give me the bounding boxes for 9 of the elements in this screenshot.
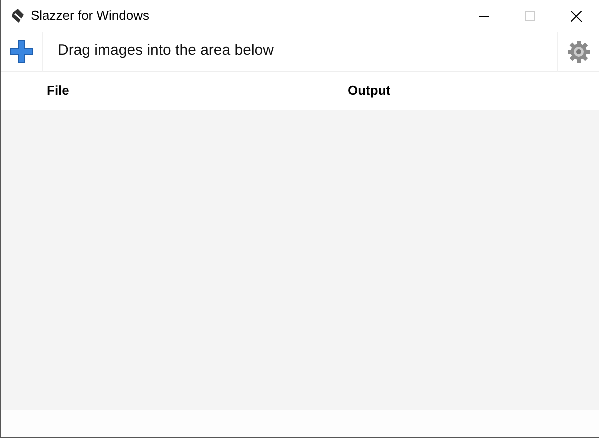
window-title: Slazzer for Windows	[31, 7, 150, 26]
close-icon	[570, 10, 582, 22]
column-header: File	[47, 82, 70, 100]
column-header: Output	[348, 82, 391, 100]
instruction-text: Drag images into the area below	[58, 41, 274, 62]
app-logo-icon	[10, 8, 26, 24]
maximize-icon	[525, 11, 535, 21]
plus-icon	[10, 40, 34, 64]
settings-icon	[566, 40, 590, 64]
